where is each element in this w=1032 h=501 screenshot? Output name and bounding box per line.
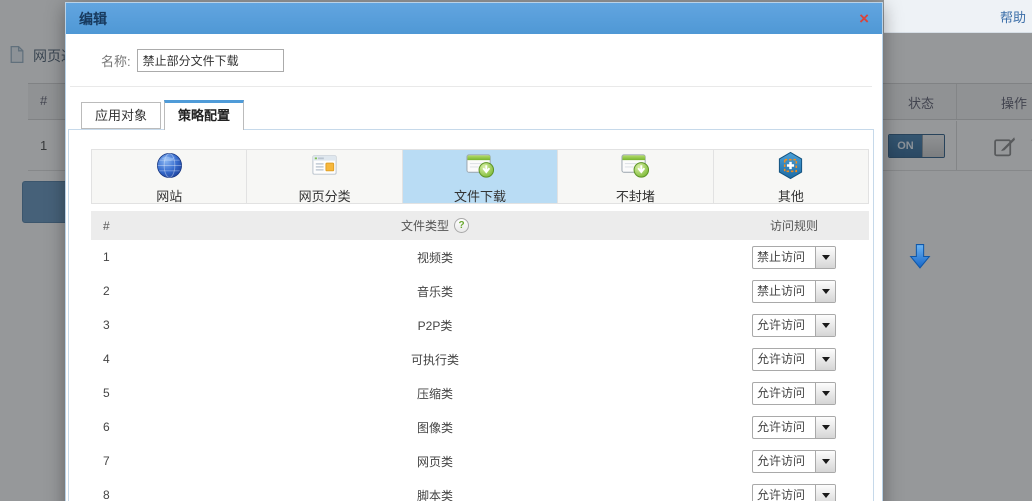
- file-type: 网页类: [416, 454, 453, 469]
- dropdown-value: 禁止访问: [757, 283, 806, 298]
- icon-tab-label: 其他: [777, 188, 804, 204]
- table-row: 1 视频类 禁止访问: [91, 240, 931, 274]
- dropdown-arrow-button[interactable]: [815, 382, 835, 404]
- header-file-type: 文件类型: [400, 219, 449, 233]
- dropdown-value: 允许访问: [757, 419, 806, 434]
- dropdown-value: 禁止访问: [757, 249, 806, 264]
- webpage-category-icon: [310, 151, 339, 185]
- category-icon-tabs: 网站 网页分类 文件下载 不封堵 其他: [91, 149, 869, 204]
- dialog-title: 编辑: [79, 10, 107, 27]
- file-type: P2P类: [417, 318, 453, 333]
- file-type: 可执行类: [410, 352, 459, 367]
- dropdown-value: 允许访问: [757, 317, 806, 332]
- icon-tab-label: 网站: [156, 188, 183, 204]
- header-access-rule: 访问规则: [769, 219, 818, 233]
- help-link[interactable]: 帮助: [1000, 7, 1026, 26]
- table-row: 6 图像类 允许访问: [91, 410, 869, 444]
- icon-tab-file-download[interactable]: 文件下载: [402, 150, 559, 204]
- icon-tab-label: 网页分类: [298, 188, 351, 204]
- name-input[interactable]: [136, 49, 284, 72]
- policy-config-panel: 网站 网页分类 文件下载 不封堵 其他 # 文件类型 ? 访问规则 1 视频类 …: [68, 129, 931, 501]
- no-block-icon: [620, 151, 651, 185]
- row-index: 4: [103, 352, 110, 366]
- rules-table-header: # 文件类型 ? 访问规则: [91, 211, 869, 240]
- globe-icon: [155, 151, 184, 185]
- dropdown-arrow-button[interactable]: [815, 314, 835, 336]
- access-rule-dropdown[interactable]: 允许访问: [752, 347, 836, 371]
- dropdown-value: 允许访问: [757, 487, 806, 501]
- table-row: 8 脚本类 允许访问: [91, 478, 869, 501]
- name-label: 名称:: [101, 54, 131, 69]
- help-question-icon[interactable]: ?: [454, 218, 469, 233]
- file-type: 音乐类: [416, 284, 453, 299]
- icon-tab-website[interactable]: 网站: [92, 150, 248, 204]
- header-index: #: [103, 218, 110, 233]
- access-rule-dropdown[interactable]: 禁止访问: [752, 279, 836, 303]
- dropdown-arrow-button[interactable]: [815, 450, 835, 472]
- dropdown-arrow-button[interactable]: [815, 280, 835, 302]
- row-index: 8: [103, 488, 110, 501]
- tab-label: 应用对象: [95, 108, 148, 123]
- row-index: 5: [103, 386, 110, 400]
- row-index: 6: [103, 420, 110, 434]
- row-index: 3: [103, 318, 110, 332]
- other-icon: [776, 151, 805, 185]
- table-row: 7 网页类 允许访问: [91, 444, 869, 478]
- access-rule-dropdown[interactable]: 允许访问: [752, 313, 836, 337]
- dropdown-arrow-button[interactable]: [815, 484, 835, 501]
- dropdown-arrow-button[interactable]: [815, 416, 835, 438]
- dropdown-arrow-button[interactable]: [815, 348, 835, 370]
- access-rule-dropdown[interactable]: 允许访问: [752, 381, 836, 405]
- edit-dialog: 编辑 × 名称: 应用对象 策略配置: [65, 2, 931, 501]
- table-row: 5 压缩类 允许访问: [91, 376, 869, 410]
- icon-tab-label: 不封堵: [615, 188, 655, 204]
- dialog-body: 名称: 应用对象 策略配置 网站: [66, 34, 931, 501]
- icon-tab-other[interactable]: 其他: [714, 150, 868, 204]
- access-rule-dropdown[interactable]: 允许访问: [752, 483, 836, 501]
- table-row: 3 P2P类 允许访问: [91, 308, 869, 342]
- file-type: 图像类: [416, 420, 453, 435]
- access-rule-dropdown[interactable]: 允许访问: [752, 449, 836, 473]
- dropdown-value: 允许访问: [757, 453, 806, 468]
- file-type: 视频类: [416, 250, 453, 265]
- dropdown-value: 允许访问: [757, 351, 806, 366]
- icon-tab-webpage-category[interactable]: 网页分类: [247, 150, 403, 204]
- dropdown-value: 允许访问: [757, 385, 806, 400]
- dropdown-arrow-button[interactable]: [815, 246, 835, 268]
- dialog-tabs: 应用对象 策略配置: [68, 99, 874, 130]
- tab-policy-config[interactable]: 策略配置: [164, 100, 245, 130]
- header-right-strip: 帮助: [884, 0, 1032, 33]
- file-type: 压缩类: [416, 386, 453, 401]
- access-rule-dropdown[interactable]: 允许访问: [752, 415, 836, 439]
- icon-tab-no-block[interactable]: 不封堵: [558, 150, 714, 204]
- table-row: 2 音乐类 禁止访问: [91, 274, 869, 308]
- table-row: 4 可执行类 允许访问: [91, 342, 869, 376]
- icon-tab-label: 文件下载: [454, 188, 507, 204]
- apply-down-arrow-icon[interactable]: [909, 243, 931, 270]
- name-row: 名称:: [70, 34, 872, 87]
- screen: 网页过滤 # 状态 操作 1 ON 新增: [0, 0, 1032, 501]
- file-download-icon: [465, 151, 496, 185]
- dialog-titlebar[interactable]: 编辑 ×: [66, 3, 882, 34]
- tab-application-object[interactable]: 应用对象: [81, 102, 162, 129]
- row-index: 1: [103, 250, 110, 264]
- tab-label: 策略配置: [178, 108, 231, 123]
- access-rule-dropdown[interactable]: 禁止访问: [752, 245, 836, 269]
- row-index: 7: [103, 454, 110, 468]
- file-type: 脚本类: [416, 488, 453, 501]
- row-index: 2: [103, 284, 110, 298]
- close-icon[interactable]: ×: [859, 10, 869, 27]
